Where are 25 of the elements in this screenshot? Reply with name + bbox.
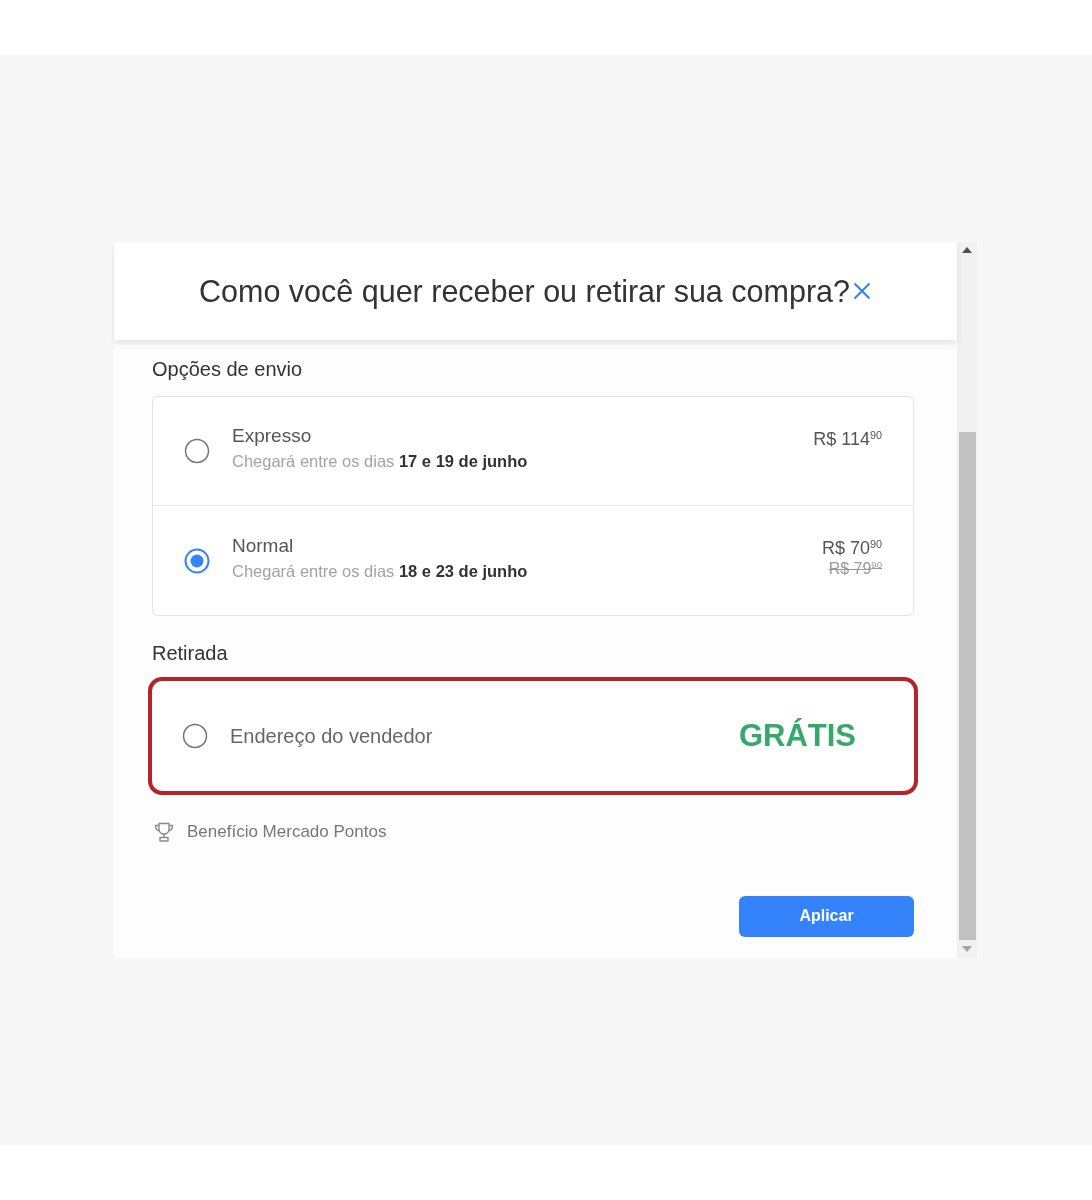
apply-button[interactable]: Aplicar [739, 895, 914, 937]
free-price-label: GRÁTIS [738, 716, 856, 755]
option-price: R$ 114$^{90}$ [813, 428, 882, 450]
close-icon[interactable] [852, 281, 872, 301]
section-heading: Opções de envio [152, 357, 304, 381]
shipping-option[interactable]: Normal Chegará entre os dias 18 e 23 de junho R$ 70$^{90}$ R$ 79$^{90}$ [153, 506, 913, 615]
benefit-label: Benefício Mercado Pontos [187, 821, 387, 843]
scroll-up-icon[interactable] [962, 247, 972, 253]
option-title: Endereço do vendedor [230, 724, 434, 749]
radio-button[interactable] [184, 438, 210, 464]
option-price: R$ 70$^{90}$ [821, 537, 882, 559]
pickup-option[interactable]: Endereço do vendedor GRÁTIS [148, 677, 918, 795]
option-title: Expresso [232, 424, 313, 448]
delivery-estimate: Chegará entre os dias 18 e 23 de junho [232, 560, 529, 582]
scrollbar-thumb[interactable] [958, 432, 976, 940]
dialog-title: Como você quer receber ou retirar sua compra? [199, 272, 850, 310]
option-title: Normal [232, 533, 295, 558]
radio-button[interactable] [182, 723, 208, 749]
scroll-down-icon[interactable] [962, 946, 972, 952]
old-price: R$ 79$^{90}$ [828, 559, 882, 579]
radio-button[interactable] [184, 547, 210, 574]
section-heading: Retirada [152, 641, 229, 665]
delivery-estimate: Chegará entre os dias 17 e 19 de junho [232, 451, 529, 472]
shipping-option[interactable]: Expresso Chegará entre os dias 17 e 19 de junho R$ 114$^{90}$ [153, 397, 913, 506]
trophy-icon [153, 820, 175, 843]
